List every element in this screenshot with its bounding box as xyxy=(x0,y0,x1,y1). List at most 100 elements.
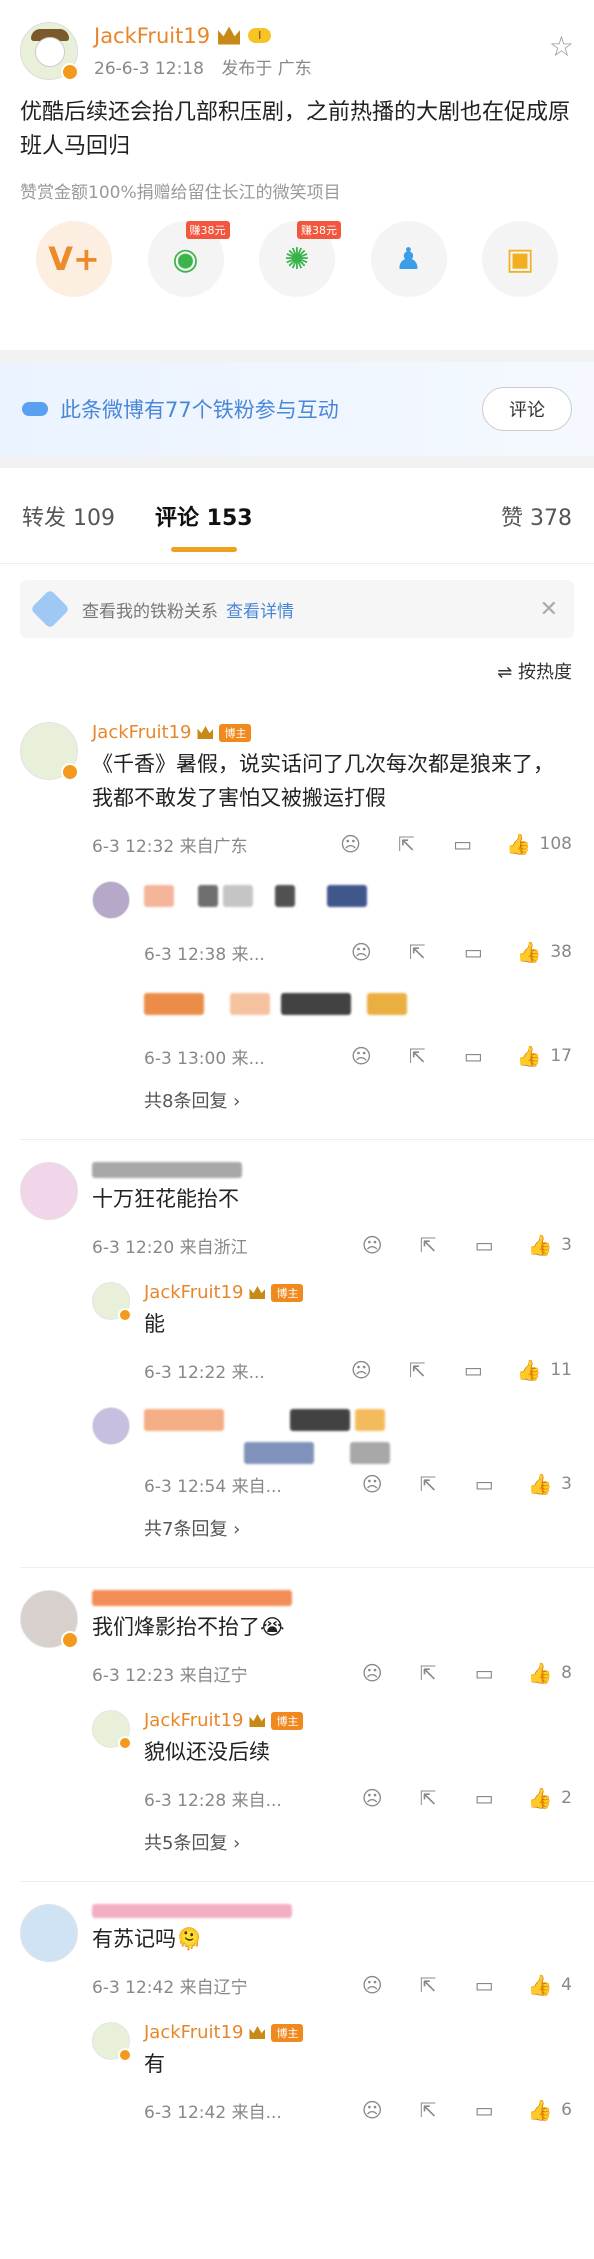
reply-name-row[interactable]: JackFruit19 博主 xyxy=(144,1282,572,1303)
emoji-react-icon[interactable]: ☹ xyxy=(348,1044,374,1068)
reply-name-row[interactable]: JackFruit19 博主 xyxy=(144,2022,572,2043)
author-avatar[interactable] xyxy=(20,22,79,81)
more-replies-link[interactable]: 共7条回复 › xyxy=(144,1515,572,1541)
thumb-up-icon: 👍 xyxy=(516,940,542,964)
reply-icon[interactable]: ▭ xyxy=(471,1661,497,1685)
share-icon[interactable]: ⇱ xyxy=(404,1358,430,1382)
comment-button[interactable]: 评论 xyxy=(482,387,572,431)
reply-icon[interactable]: ▭ xyxy=(460,1044,486,1068)
reply-icon[interactable]: ▭ xyxy=(471,1786,497,1810)
reply-avatar[interactable] xyxy=(92,1407,130,1445)
like-button[interactable]: 👍 11 xyxy=(516,1358,572,1382)
like-button[interactable]: 👍 6 xyxy=(527,2098,572,2122)
emoji-react-icon[interactable]: ☹ xyxy=(359,1661,385,1685)
reply-icon[interactable]: ▭ xyxy=(460,1358,486,1382)
tab-comment[interactable]: 评论 153 xyxy=(155,500,253,552)
reply-text: 貌似还没后续 xyxy=(144,1740,270,1764)
blurred-commenter-name xyxy=(92,1904,292,1918)
more-replies-link[interactable]: 共5条回复 › xyxy=(144,1829,572,1855)
reply-icon[interactable]: ▭ xyxy=(460,940,486,964)
like-button[interactable]: 👍 3 xyxy=(527,1472,572,1496)
emoji-react-icon[interactable]: ☹ xyxy=(338,832,364,856)
favorite-star-icon[interactable]: ☆ xyxy=(549,30,574,63)
commenter-avatar[interactable] xyxy=(20,1590,79,1649)
share-icon[interactable]: ⇱ xyxy=(415,1472,441,1496)
reply-avatar[interactable] xyxy=(92,1710,132,1750)
tab-like[interactable]: 赞 378 xyxy=(501,500,572,532)
commenter-name[interactable]: JackFruit19 xyxy=(92,722,191,743)
emoji-react-icon[interactable]: ☹ xyxy=(348,1358,374,1382)
like-button[interactable]: 👍 108 xyxy=(506,832,572,856)
reply-name[interactable]: JackFruit19 xyxy=(144,2022,243,2043)
reply-icon[interactable]: ▭ xyxy=(471,1973,497,1997)
donate-note: 赞赏金额100%捐赠给留住长江的微笑项目 xyxy=(20,183,341,203)
emoji-react-icon[interactable]: ☹ xyxy=(359,1973,385,1997)
reply-avatar[interactable] xyxy=(92,881,130,919)
commenter-name-row[interactable] xyxy=(92,1162,572,1178)
relation-link[interactable]: 查看详情 xyxy=(226,597,294,622)
reply-icon[interactable]: ▭ xyxy=(450,832,476,856)
reply-item: JackFruit19 博主 貌似还没后续 6-3 12:28 来自... ☹ … xyxy=(92,1710,572,1813)
close-icon[interactable]: ✕ xyxy=(540,597,558,622)
crown-icon xyxy=(197,726,214,739)
share-icon[interactable]: ⇱ xyxy=(415,1661,441,1685)
share-icon[interactable]: ⇱ xyxy=(415,1233,441,1257)
like-button[interactable]: 👍 3 xyxy=(527,1233,572,1257)
earn-badge: 赚38元 xyxy=(297,221,341,239)
comment-time: 6-3 12:23 来自辽宁 xyxy=(92,1665,248,1686)
like-button[interactable]: 👍 4 xyxy=(527,1973,572,1997)
blurred-reply-content xyxy=(144,989,572,1041)
emoji-react-icon[interactable]: ☹ xyxy=(359,1786,385,1810)
reply-name[interactable]: JackFruit19 xyxy=(144,1710,243,1731)
host-tag: 博主 xyxy=(271,1711,304,1730)
reply-name-row[interactable]: JackFruit19 博主 xyxy=(144,1710,572,1731)
share-icon[interactable]: ⇱ xyxy=(404,940,430,964)
reply-avatar[interactable] xyxy=(92,2022,132,2062)
comment-text: 十万狂花能抬不 xyxy=(92,1187,239,1211)
share-icon[interactable]: ⇱ xyxy=(415,1786,441,1810)
qzone-share-button[interactable]: ▣ xyxy=(482,221,558,297)
commenter-avatar[interactable] xyxy=(20,722,79,781)
reply-text: 有 xyxy=(144,2052,165,2076)
author-name[interactable]: JackFruit19 xyxy=(94,24,210,48)
more-replies-link[interactable]: 共8条回复 › xyxy=(144,1087,572,1113)
share-icon[interactable]: ⇱ xyxy=(415,1973,441,1997)
wechat-share-button[interactable]: ◉ 赚38元 xyxy=(147,221,230,297)
like-button[interactable]: 👍 17 xyxy=(516,1044,572,1068)
reply-avatar[interactable] xyxy=(92,1282,132,1322)
share-icon[interactable]: ⇱ xyxy=(404,1044,430,1068)
qq-share-button[interactable]: ♟ xyxy=(370,221,447,297)
reply-icon[interactable]: ▭ xyxy=(471,1233,497,1257)
commenter-name-row[interactable] xyxy=(92,1590,572,1606)
emoji-react-icon[interactable]: ☹ xyxy=(359,1233,385,1257)
commenter-avatar[interactable] xyxy=(20,1162,78,1220)
emoji-react-icon[interactable]: ☹ xyxy=(359,1472,385,1496)
thumb-up-icon: 👍 xyxy=(527,1661,553,1685)
like-button[interactable]: 👍 38 xyxy=(516,940,572,964)
post-tabs: 转发 109 评论 153 赞 378 xyxy=(0,468,594,564)
commenter-avatar[interactable] xyxy=(20,1904,78,1962)
thumb-up-icon: 👍 xyxy=(516,1358,542,1382)
reply-icon[interactable]: ▭ xyxy=(471,2098,497,2122)
moments-share-button[interactable]: ✺ 赚38元 xyxy=(259,221,341,297)
tab-repost[interactable]: 转发 109 xyxy=(22,500,115,532)
crown-icon xyxy=(249,2026,266,2039)
sort-button[interactable]: 按热度 xyxy=(518,662,572,683)
reply-name[interactable]: JackFruit19 xyxy=(144,1282,243,1303)
reply-footer: 6-3 12:28 来自... ☹ ⇱ ▭ 👍 2 xyxy=(144,1783,572,1813)
author-name-row[interactable]: JackFruit19 I xyxy=(94,24,574,48)
reply-item: 6-3 13:00 来... ☹ ⇱ ▭ 👍 17 xyxy=(92,989,572,1071)
commenter-name-row[interactable]: JackFruit19 博主 xyxy=(92,722,572,743)
share-icon[interactable]: ⇱ xyxy=(415,2098,441,2122)
emoji-react-icon[interactable]: ☹ xyxy=(359,2098,385,2122)
like-button[interactable]: 👍 8 xyxy=(527,1661,572,1685)
blurred-reply-content xyxy=(144,881,572,937)
thumb-up-icon: 👍 xyxy=(527,1233,553,1257)
like-button[interactable]: 👍 2 xyxy=(527,1786,572,1810)
share-icon[interactable]: ⇱ xyxy=(394,832,420,856)
v-plus-button[interactable]: V+ xyxy=(36,221,112,297)
like-count: 6 xyxy=(561,2100,572,2120)
reply-icon[interactable]: ▭ xyxy=(471,1472,497,1496)
emoji-react-icon[interactable]: ☹ xyxy=(348,940,374,964)
commenter-name-row[interactable] xyxy=(92,1904,572,1918)
